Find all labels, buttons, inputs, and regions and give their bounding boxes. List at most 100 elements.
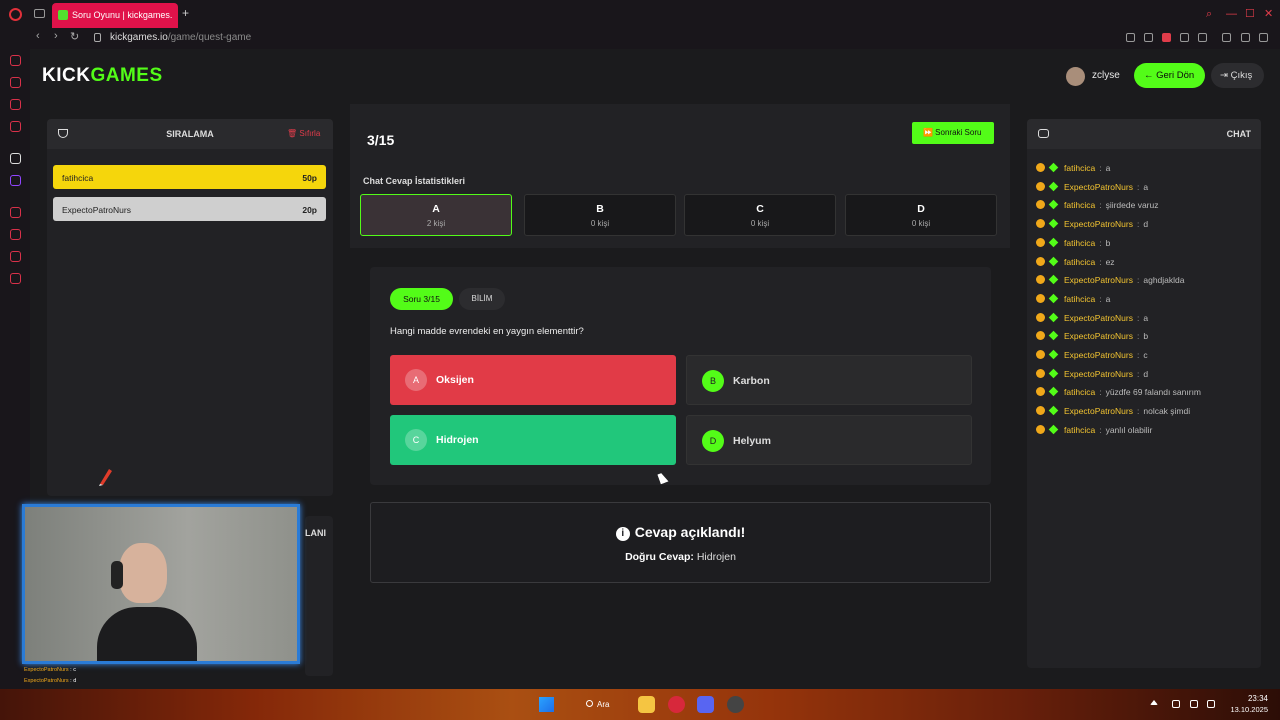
exit-button[interactable]: ⇥ Çıkış bbox=[1211, 63, 1264, 88]
clock-time[interactable]: 23:34 bbox=[1236, 694, 1268, 703]
twitch-icon[interactable] bbox=[10, 175, 21, 186]
chat-text: d bbox=[1143, 219, 1149, 230]
download-icon[interactable] bbox=[1241, 33, 1250, 42]
chat-username[interactable]: fatihcica bbox=[1064, 257, 1095, 267]
chat-separator: : bbox=[1099, 293, 1102, 304]
chat-username[interactable]: fatihcica bbox=[1064, 425, 1095, 435]
chat-username[interactable]: fatihcica bbox=[1064, 238, 1095, 248]
answer-option-d[interactable]: D Helyum bbox=[686, 415, 972, 465]
pin-icon[interactable] bbox=[1126, 33, 1135, 42]
chat-username[interactable]: ExpectoPatroNurs bbox=[1064, 331, 1133, 341]
discord-icon[interactable] bbox=[697, 696, 714, 713]
menu-icon[interactable] bbox=[1259, 33, 1268, 42]
chat-username[interactable]: ExpectoPatroNurs bbox=[1064, 313, 1133, 323]
streamer-body bbox=[97, 607, 197, 661]
url-path: /game/quest-game bbox=[167, 32, 252, 43]
streamer-image bbox=[97, 537, 197, 661]
chat-separator: : bbox=[1136, 331, 1140, 342]
aria-icon[interactable] bbox=[10, 55, 21, 66]
opera-logo-icon[interactable] bbox=[9, 8, 22, 21]
volume-icon[interactable] bbox=[1207, 700, 1215, 708]
chat-username[interactable]: fatihcica bbox=[1064, 387, 1095, 397]
obs-icon[interactable] bbox=[727, 696, 744, 713]
coin-badge-icon bbox=[1036, 275, 1045, 285]
chat-username[interactable]: fatihcica bbox=[1064, 294, 1095, 304]
extensions-icon[interactable] bbox=[10, 251, 21, 262]
stat-letter: B bbox=[596, 203, 604, 215]
snapshot-icon[interactable] bbox=[1144, 33, 1153, 42]
chat-separator: : bbox=[1099, 387, 1102, 398]
new-tab-button[interactable]: + bbox=[182, 6, 189, 20]
windows-start-icon[interactable] bbox=[539, 697, 554, 712]
file-explorer-icon[interactable] bbox=[638, 696, 655, 713]
coin-badge-icon bbox=[1036, 368, 1045, 378]
maximize-button[interactable]: ☐ bbox=[1245, 9, 1255, 20]
stat-letter: A bbox=[432, 203, 440, 215]
overlay-chat-text: c bbox=[73, 667, 76, 673]
username[interactable]: zclyse bbox=[1092, 70, 1120, 81]
chat-username[interactable]: fatihcica bbox=[1064, 200, 1095, 210]
heart-icon[interactable] bbox=[1198, 33, 1207, 42]
coin-badge-icon bbox=[1036, 331, 1045, 341]
answer-option-a[interactable]: A Oksijen bbox=[390, 355, 676, 405]
close-window-button[interactable]: ✕ bbox=[1264, 9, 1274, 20]
stat-count: 0 kişi bbox=[590, 219, 610, 228]
avatar[interactable] bbox=[1066, 67, 1085, 86]
chat-separator: : bbox=[1136, 275, 1140, 286]
chat-message: fatihcica: yanlıl olabilir bbox=[1036, 424, 1153, 439]
tab-strip-icon[interactable] bbox=[34, 9, 45, 18]
kickgames-logo[interactable]: KICKGAMES bbox=[42, 65, 163, 87]
clock-date[interactable]: 13.10.2025 bbox=[1226, 705, 1268, 714]
answer-letter: B bbox=[702, 370, 724, 392]
shield-icon[interactable] bbox=[1162, 33, 1171, 42]
reload-button[interactable]: ↻ bbox=[70, 30, 79, 43]
chat-username[interactable]: fatihcica bbox=[1064, 163, 1095, 173]
forward-nav-button[interactable]: › bbox=[54, 30, 58, 42]
back-button[interactable]: ← Geri Dön bbox=[1134, 63, 1205, 88]
reset-button[interactable]: 🗑 Sıfırla bbox=[287, 129, 320, 138]
play-icon[interactable] bbox=[1180, 33, 1189, 42]
back-nav-button[interactable]: ‹ bbox=[36, 30, 40, 42]
kick-app-icon[interactable] bbox=[10, 153, 21, 164]
browser-tab[interactable]: Soru Oyunu | kickgames.io bbox=[52, 3, 178, 28]
correct-answer-value: Hidrojen bbox=[696, 551, 736, 563]
coin-badge-icon bbox=[1036, 256, 1045, 266]
chat-username[interactable]: ExpectoPatroNurs bbox=[1064, 219, 1133, 229]
sidebar-app-icon[interactable] bbox=[10, 207, 21, 218]
wifi-icon[interactable] bbox=[1190, 700, 1198, 708]
answer-option-b[interactable]: B Karbon bbox=[686, 355, 972, 405]
kick-badge-icon bbox=[1048, 181, 1059, 191]
answer-text: Hidrojen bbox=[436, 434, 479, 446]
chat-text: b bbox=[1105, 237, 1111, 248]
url-host: kickgames.io bbox=[110, 32, 168, 43]
answer-option-c[interactable]: C Hidrojen bbox=[390, 415, 676, 465]
chat-username[interactable]: ExpectoPatroNurs bbox=[1064, 182, 1133, 192]
coin-badge-icon bbox=[1036, 387, 1045, 397]
chat-text: a bbox=[1143, 312, 1149, 323]
taskbar-search[interactable]: Ara bbox=[583, 696, 633, 713]
account-icon[interactable] bbox=[1222, 33, 1231, 42]
opera-taskbar-icon[interactable] bbox=[668, 696, 685, 713]
answer-text: Karbon bbox=[733, 375, 770, 387]
logo-games: GAMES bbox=[90, 65, 163, 86]
sidebar-app-icon[interactable] bbox=[10, 121, 21, 132]
chat-text: yanlıl olabilir bbox=[1105, 424, 1153, 435]
chat-message: ExpectoPatroNurs: c bbox=[1036, 349, 1148, 364]
next-question-button[interactable]: ⏩ Sonraki Soru bbox=[912, 122, 994, 144]
chat-username[interactable]: ExpectoPatroNurs bbox=[1064, 350, 1133, 360]
tray-expand-icon[interactable] bbox=[1150, 700, 1158, 705]
chat-username[interactable]: ExpectoPatroNurs bbox=[1064, 369, 1133, 379]
url-field[interactable]: kickgames.io/game/quest-game bbox=[110, 32, 251, 43]
chat-message: ExpectoPatroNurs: a bbox=[1036, 312, 1149, 327]
sidebar-app-icon[interactable] bbox=[10, 77, 21, 88]
search-tabs-icon[interactable]: ⌕ bbox=[1206, 9, 1216, 20]
question-number-badge: Soru 3/15 bbox=[390, 288, 453, 310]
history-icon[interactable] bbox=[10, 229, 21, 240]
chat-message: fatihcica: a bbox=[1036, 293, 1110, 308]
chat-username[interactable]: ExpectoPatroNurs bbox=[1064, 275, 1133, 285]
microphone-icon[interactable] bbox=[1172, 700, 1180, 708]
sidebar-app-icon[interactable] bbox=[10, 99, 21, 110]
chat-username[interactable]: ExpectoPatroNurs bbox=[1064, 406, 1133, 416]
minimize-button[interactable]: — bbox=[1226, 9, 1237, 20]
settings-icon[interactable] bbox=[10, 273, 21, 284]
